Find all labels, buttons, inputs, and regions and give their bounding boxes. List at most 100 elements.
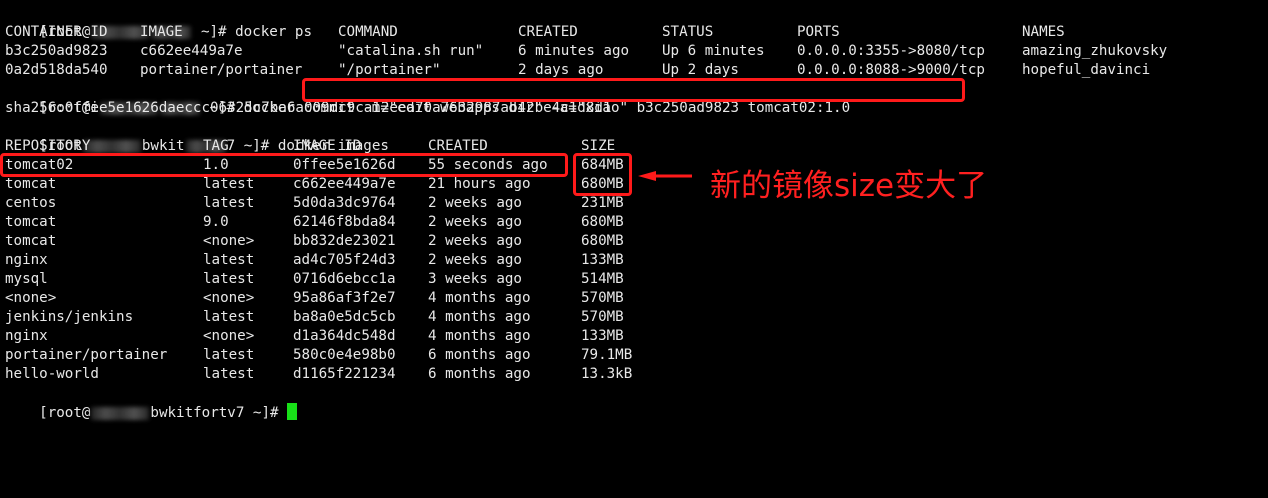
image-created: 4 months ago bbox=[428, 328, 531, 344]
image-created: 2 weeks ago bbox=[428, 195, 522, 211]
image-tag: latest bbox=[203, 176, 255, 192]
prompt-fragment: bwkitfortv7 bbox=[150, 405, 245, 421]
highlight-image-sizes bbox=[573, 153, 632, 196]
image-created: 4 months ago bbox=[428, 309, 531, 325]
image-created: 6 months ago bbox=[428, 347, 531, 363]
prompt: [root@ bbox=[39, 405, 91, 421]
container-image: portainer/portainer bbox=[140, 62, 303, 78]
image-repository: centos bbox=[5, 195, 57, 211]
command-text: docker ps bbox=[235, 24, 313, 40]
image-id: 62146f8bda84 bbox=[293, 214, 396, 230]
image-repository: tomcat bbox=[5, 233, 57, 249]
highlight-new-image-row bbox=[0, 153, 568, 177]
image-size: 680MB bbox=[581, 214, 624, 230]
image-created: 4 months ago bbox=[428, 290, 531, 306]
image-created: 3 weeks ago bbox=[428, 271, 522, 287]
container-created: 6 minutes ago bbox=[518, 43, 630, 59]
image-id: ad4c705f24d3 bbox=[293, 252, 396, 268]
prompt-suffix: ~]# bbox=[192, 24, 236, 40]
container-name: amazing_zhukovsky bbox=[1022, 43, 1168, 59]
redacted-hostname bbox=[91, 406, 150, 420]
table-row: centos latest 5d0da3dc9764 2 weeks ago 2… bbox=[5, 194, 624, 213]
image-tag: latest bbox=[203, 195, 255, 211]
image-repository: mysql bbox=[5, 271, 48, 287]
image-created: 2 weeks ago bbox=[428, 233, 522, 249]
image-tag: <none> bbox=[203, 233, 255, 249]
container-name: hopeful_davinci bbox=[1022, 62, 1151, 78]
image-id: c662ee449a7e bbox=[293, 176, 396, 192]
image-id: d1165f221234 bbox=[293, 366, 396, 382]
image-id: d1a364dc548d bbox=[293, 328, 396, 344]
image-id: 0716d6ebcc1a bbox=[293, 271, 396, 287]
table-row: nginx <none> d1a364dc548d 4 months ago 1… bbox=[5, 327, 624, 346]
image-id: 5d0da3dc9764 bbox=[293, 195, 396, 211]
image-size: 133MB bbox=[581, 328, 624, 344]
highlight-commit-command bbox=[302, 78, 965, 102]
image-id: 95a86af3f2e7 bbox=[293, 290, 396, 306]
image-repository: hello-world bbox=[5, 366, 99, 382]
image-size: 570MB bbox=[581, 290, 624, 306]
image-repository: nginx bbox=[5, 328, 48, 344]
image-repository: tomcat bbox=[5, 214, 57, 230]
table-row: <none> <none> 95a86af3f2e7 4 months ago … bbox=[5, 289, 624, 308]
container-command: "catalina.sh run" bbox=[338, 43, 484, 59]
image-id: ba8a0e5dc5cb bbox=[293, 309, 396, 325]
image-size: 231MB bbox=[581, 195, 624, 211]
container-status: Up 6 minutes bbox=[662, 43, 765, 59]
container-ports: 0.0.0.0:3355->8080/tcp bbox=[797, 43, 985, 59]
image-repository: tomcat bbox=[5, 176, 57, 192]
image-repository: portainer/portainer bbox=[5, 347, 168, 363]
redacted-hostname bbox=[82, 139, 141, 153]
image-tag: <none> bbox=[203, 328, 255, 344]
table-row: mysql latest 0716d6ebcc1a 3 weeks ago 51… bbox=[5, 270, 624, 289]
image-tag: latest bbox=[203, 347, 255, 363]
table-row: 0a2d518da540 portainer/portainer "/porta… bbox=[5, 61, 1150, 80]
image-id: 580c0e4e98b0 bbox=[293, 347, 396, 363]
image-size: 133MB bbox=[581, 252, 624, 268]
command-line-docker-images: [root bwkit 7 ~]# docker images bbox=[5, 118, 389, 154]
arrow-left-icon bbox=[638, 171, 692, 181]
terminal-cursor[interactable] bbox=[287, 403, 298, 420]
image-tag: 9.0 bbox=[203, 214, 229, 230]
container-image: c662ee449a7e bbox=[140, 43, 243, 59]
column-header-container-id: CONTAINER ID bbox=[5, 24, 108, 40]
command-line-current[interactable]: [root@ bwkitfortv7 ~]# bbox=[5, 384, 298, 421]
image-repository: <none> bbox=[5, 290, 57, 306]
annotation-text: 新的镜像size变大了 bbox=[710, 168, 988, 204]
column-header-names: NAMES bbox=[1022, 24, 1065, 40]
image-repository: jenkins/jenkins bbox=[5, 309, 134, 325]
container-id: b3c250ad9823 bbox=[5, 43, 108, 59]
column-header-ports: PORTS bbox=[797, 24, 840, 40]
image-created: 2 weeks ago bbox=[428, 214, 522, 230]
image-created: 2 weeks ago bbox=[428, 252, 522, 268]
image-id: bb832de23021 bbox=[293, 233, 396, 249]
image-tag: latest bbox=[203, 271, 255, 287]
image-created: 21 hours ago bbox=[428, 176, 531, 192]
image-tag: latest bbox=[203, 252, 255, 268]
table-row: b3c250ad9823 c662ee449a7e "catalina.sh r… bbox=[5, 42, 1167, 61]
ps-header-row: CONTAINER ID IMAGE COMMAND CREATED STATU… bbox=[5, 23, 1065, 42]
table-row: tomcat 9.0 62146f8bda84 2 weeks ago 680M… bbox=[5, 213, 624, 232]
image-created: 6 months ago bbox=[428, 366, 531, 382]
table-row: tomcat latest c662ee449a7e 21 hours ago … bbox=[5, 175, 624, 194]
container-id: 0a2d518da540 bbox=[5, 62, 108, 78]
prompt-suffix: ~]# bbox=[244, 405, 288, 421]
image-tag: latest bbox=[203, 309, 255, 325]
image-tag: <none> bbox=[203, 290, 255, 306]
column-header-image: IMAGE bbox=[140, 24, 183, 40]
prompt-fragment: bwkit bbox=[141, 138, 185, 154]
command-line-docker-ps: [root@ ~]# docker ps bbox=[5, 4, 312, 40]
column-header-command: COMMAND bbox=[338, 24, 398, 40]
column-header-created: CREATED bbox=[518, 24, 578, 40]
image-size: 514MB bbox=[581, 271, 624, 287]
column-header-status: STATUS bbox=[662, 24, 714, 40]
table-row: portainer/portainer latest 580c0e4e98b0 … bbox=[5, 346, 632, 365]
prompt-suffix: 7 ~]# bbox=[226, 138, 278, 154]
image-size: 680MB bbox=[581, 233, 624, 249]
table-row: nginx latest ad4c705f24d3 2 weeks ago 13… bbox=[5, 251, 624, 270]
image-size: 570MB bbox=[581, 309, 624, 325]
table-row: jenkins/jenkins latest ba8a0e5dc5cb 4 mo… bbox=[5, 308, 624, 327]
terminal-window[interactable]: [root@ ~]# docker ps CONTAINER ID IMAGE … bbox=[0, 0, 1268, 421]
image-tag: latest bbox=[203, 366, 255, 382]
image-size: 79.1MB bbox=[581, 347, 633, 363]
